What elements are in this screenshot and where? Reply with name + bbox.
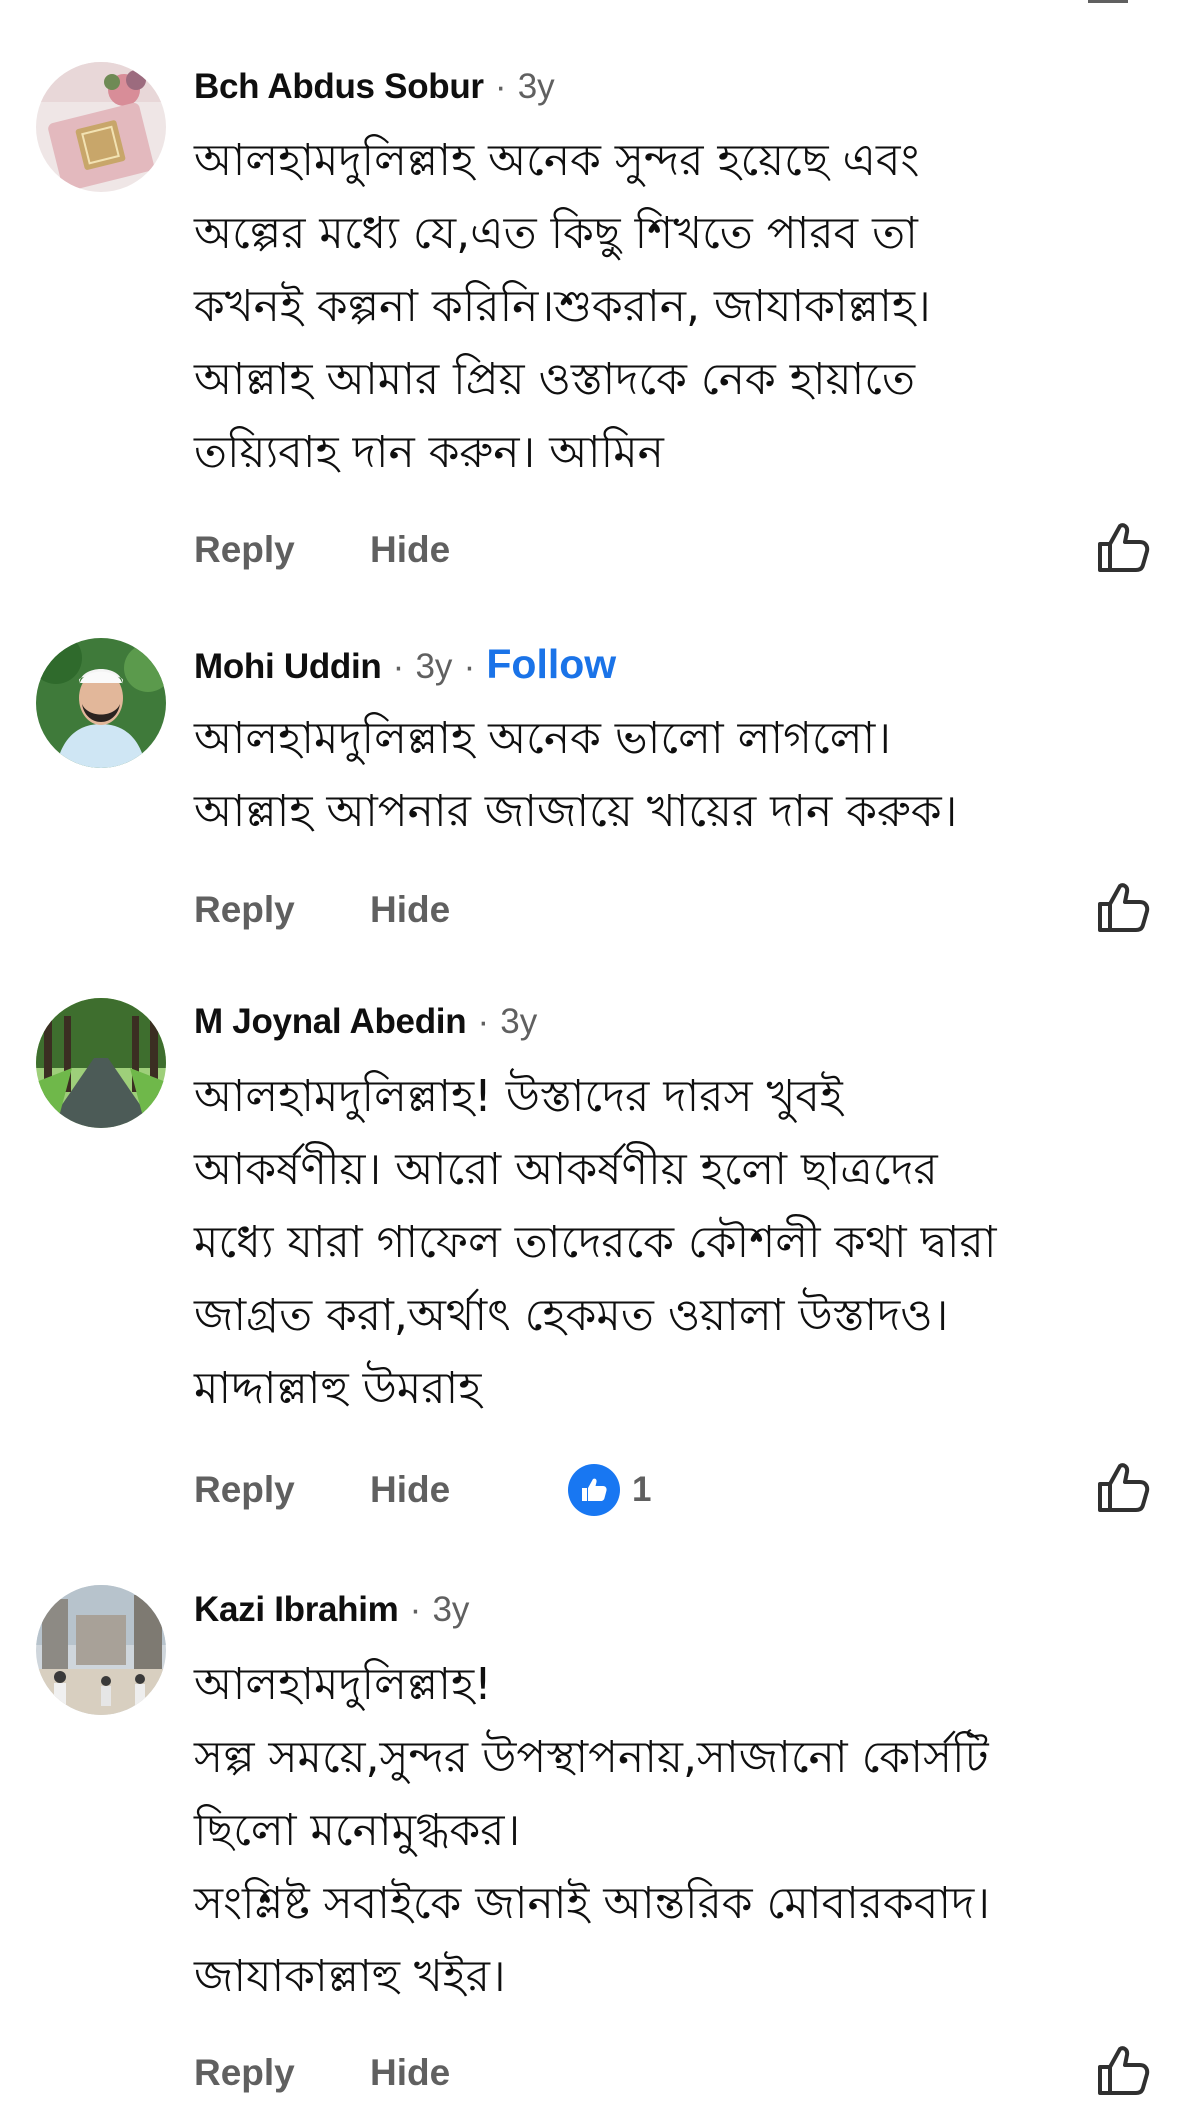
thumbs-up-icon [1098,1463,1150,1512]
comment-header: Mohi Uddin · 3y · Follow [194,642,616,689]
avatar[interactable] [36,998,166,1128]
thumbs-up-badge-icon [568,1464,620,1516]
comment-header: M Joynal Abedin · 3y [194,1000,537,1044]
like-button[interactable] [1092,2041,1152,2101]
reply-button[interactable]: Reply [194,2043,295,2103]
separator-dot: · [463,647,476,686]
comment-text: আলহামদুলিল্লাহ! সল্প সময়ে,সুন্দর উপস্থা… [194,1659,990,2002]
comment-actions: Reply Hide 1 [0,1460,1197,1520]
reply-button[interactable]: Reply [194,520,295,580]
follow-button[interactable]: Follow [486,641,616,687]
separator-dot: · [392,647,405,686]
avatar[interactable] [36,1585,166,1715]
avatar[interactable] [36,62,166,192]
like-count: 1 [568,1464,651,1516]
author-name[interactable]: Bch Abdus Sobur [194,67,484,106]
comment-header: Bch Abdus Sobur · 3y [194,65,555,109]
like-button[interactable] [1092,1458,1152,1518]
like-button[interactable] [1092,518,1152,578]
author-name[interactable]: Kazi Ibrahim [194,1590,399,1629]
separator-dot: · [409,1590,422,1629]
hide-button[interactable]: Hide [370,520,450,580]
hide-button[interactable]: Hide [370,2043,450,2103]
comment-text: আলহামদুলিল্লাহ! উস্তাদের দারস খুবই আকর্ষ… [194,1071,997,1414]
comment-age: 3y [415,647,453,686]
author-name[interactable]: M Joynal Abedin [194,1002,467,1041]
hide-button[interactable]: Hide [370,880,450,940]
thumbs-up-icon [1098,2046,1150,2095]
comment-actions: Reply Hide [0,880,1197,940]
comment-age: 3y [517,67,555,106]
thumbs-up-icon [1098,523,1150,572]
reply-button[interactable]: Reply [194,880,295,940]
like-button[interactable] [1092,878,1152,938]
thumbs-up-icon [1098,883,1150,932]
reply-button[interactable]: Reply [194,1460,295,1520]
avatar[interactable] [36,638,166,768]
comment-text: আলহামদুলিল্লাহ অনেক সুন্দর হয়েছে এবং অল… [194,135,931,478]
author-name[interactable]: Mohi Uddin [194,647,382,686]
comment-age: 3y [500,1002,538,1041]
scroll-edge-divider [1088,0,1128,3]
hide-button[interactable]: Hide [370,1460,450,1520]
comment-actions: Reply Hide [0,2043,1197,2103]
comment-actions: Reply Hide [0,520,1197,580]
comment-text: আলহামদুলিল্লাহ অনেক ভালো লাগলো। আল্লাহ আ… [194,713,958,837]
comment-age: 3y [432,1590,470,1629]
like-count-value: 1 [632,1470,652,1509]
separator-dot: · [494,67,507,106]
comment-header: Kazi Ibrahim · 3y [194,1588,469,1632]
separator-dot: · [477,1002,490,1041]
